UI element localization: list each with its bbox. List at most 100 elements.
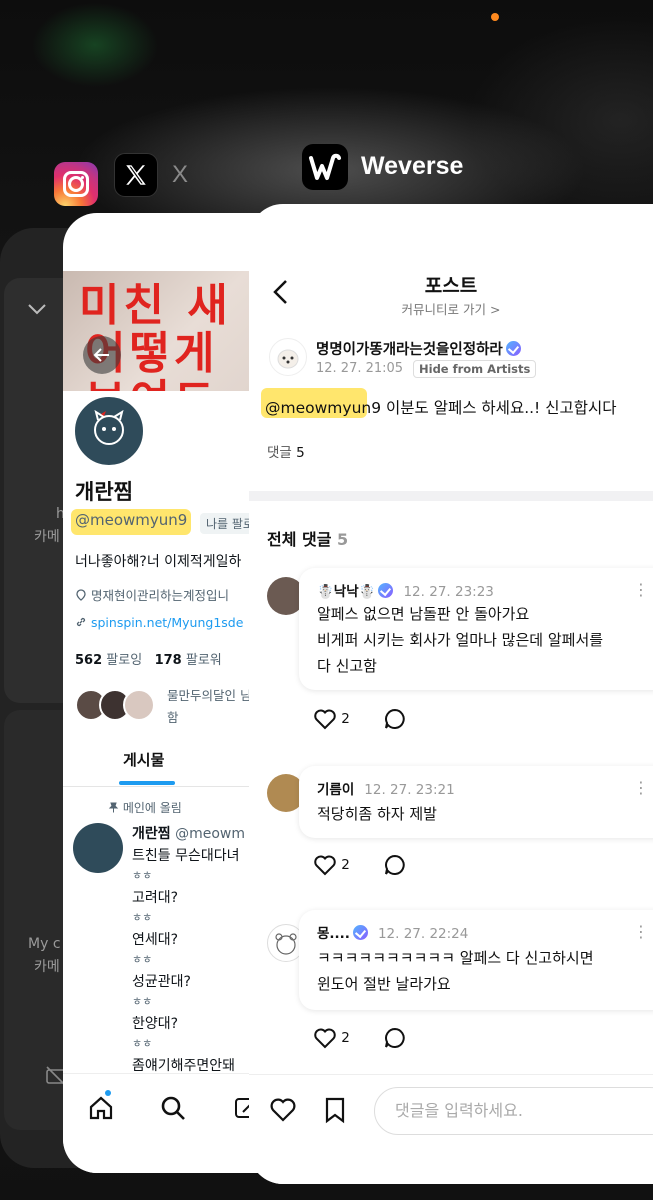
tweet-line-6: ㅎㅎ <box>132 953 153 966</box>
verified-badge-icon <box>378 583 394 598</box>
reply-icon[interactable] <box>384 708 406 730</box>
profile-meta-text: 명재현이관리하는계정입니 <box>90 588 229 603</box>
x-app-label: X <box>172 161 189 188</box>
tweet-avatar[interactable] <box>73 823 123 873</box>
pinned-indicator: 메인에 올림 <box>108 799 182 816</box>
home-notification-dot <box>105 1090 111 1096</box>
comment-input[interactable]: 댓글을 입력하세요. <box>374 1087 653 1135</box>
tab-active-indicator <box>119 781 175 785</box>
tweet-line-3: 고려대? <box>132 890 179 906</box>
tweet-line-9: 한양대? <box>132 1016 179 1032</box>
heart-icon[interactable] <box>313 1027 337 1049</box>
comment-2-author[interactable]: 기름이 <box>317 782 354 798</box>
tweet-line-1: 트친들 무슨대다녀 <box>132 848 240 864</box>
search-icon[interactable] <box>159 1094 187 1122</box>
page-title: 포스트 <box>424 275 478 297</box>
comment-1-line-3: 다 신고함 <box>317 657 377 675</box>
post-comments-label: 댓글 <box>267 445 292 461</box>
all-comments-count: 5 <box>337 530 349 549</box>
more-options-icon[interactable]: ⋮ <box>633 778 649 797</box>
tweet-line-4: ㅎㅎ <box>132 911 153 924</box>
tweet-line-7: 성균관대? <box>132 974 191 990</box>
comment-2-date: 12. 27. 23:21 <box>364 782 455 798</box>
camera-indicator-dot <box>491 13 499 21</box>
instagram-text-3: My c <box>28 936 61 952</box>
comment-2-bubble: 기름이 12. 27. 23:21 ⋮ 적당히좀 하자 제발 <box>299 766 653 838</box>
comment-1-actions: 2 <box>313 708 406 730</box>
profile-link[interactable]: spinspin.net/Myung1sde <box>91 615 243 630</box>
followed-by-text-1: 물만두의달인 님 <box>167 688 252 703</box>
post-date: 12. 27. 21:05 <box>316 361 404 376</box>
all-comments-heading: 전체 댓글 5 <box>267 526 348 550</box>
follower-avatar-3 <box>123 689 155 721</box>
tweet-line-5: 연세대? <box>132 932 179 948</box>
pinned-label: 메인에 올림 <box>122 801 182 815</box>
avatar-cat-drawing-icon <box>94 409 124 445</box>
profile-bio: 너나좋아해?너 이제적게일하 <box>75 554 242 570</box>
tab-posts[interactable]: 게시물 <box>123 749 164 770</box>
all-comments-label: 전체 댓글 <box>267 530 332 549</box>
verified-badge-icon <box>505 341 521 356</box>
tweet-author: 개란찜 <box>132 826 171 842</box>
back-button[interactable] <box>83 336 121 374</box>
comment-3-date: 12. 27. 22:24 <box>377 926 469 942</box>
post-author-avatar[interactable] <box>269 338 307 376</box>
comment-3-line-2: 윈도어 절반 날라가요 <box>317 975 451 993</box>
reply-icon[interactable] <box>384 1027 406 1049</box>
followed-by-text-2: 함 <box>167 710 179 725</box>
link-icon <box>76 617 86 627</box>
go-to-community-link[interactable]: 커뮤니티로 가기 > <box>249 299 653 318</box>
profile-avatar[interactable] <box>71 393 147 469</box>
comment-1-line-2: 비게퍼 시키는 회사가 얼마나 많은데 알페서를 <box>317 631 604 649</box>
bookmark-icon[interactable] <box>324 1096 346 1124</box>
verified-badge-icon <box>352 925 368 940</box>
post-comment-count[interactable]: 댓글 5 <box>267 441 305 461</box>
x-app-icon[interactable] <box>114 153 158 197</box>
instagram-app-icon[interactable] <box>54 162 98 206</box>
comment-3-author[interactable]: 몽.... <box>317 926 350 942</box>
comment-2-actions: 2 <box>313 854 406 876</box>
post-body-text: 이분도 알페스 하세요..! 신고합시다 <box>381 399 617 417</box>
post-author[interactable]: 명명이가똥개라는것을인정하라 <box>316 338 521 359</box>
more-options-icon[interactable]: ⋮ <box>633 580 649 599</box>
more-options-icon[interactable]: ⋮ <box>633 922 649 941</box>
profile-link-row[interactable]: spinspin.net/Myung1sde <box>75 615 243 630</box>
heart-icon[interactable] <box>313 854 337 876</box>
following-label: 팔로잉 <box>106 653 143 668</box>
tweet-line-2: ㅎㅎ <box>132 869 153 882</box>
weverse-app-icon[interactable] <box>302 144 348 190</box>
weverse-app-card[interactable]: 포스트 커뮤니티로 가기 > 명명이가똥개라는것을인정하라 12. 27. 21… <box>249 204 653 1184</box>
post-author-name: 명명이가똥개라는것을인정하라 <box>316 342 503 358</box>
comment-2-author-row: 기름이 12. 27. 23:21 <box>317 778 455 798</box>
profile-handle: @meowmyun9 <box>75 511 188 529</box>
tweet-line-8: ㅎㅎ <box>132 995 153 1008</box>
x-logo-icon <box>126 165 146 185</box>
followers-count: 178 <box>154 653 182 668</box>
post-body: @meowmyun9 이분도 알페스 하세요..! 신고합시다 <box>265 396 617 418</box>
heart-icon[interactable] <box>269 1097 297 1123</box>
comment-input-bar: 댓글을 입력하세요. <box>249 1074 653 1184</box>
tweet-handle: @meowm <box>175 826 245 842</box>
dog-avatar-icon <box>277 349 299 369</box>
tweet-line-10: ㅎㅎ <box>132 1037 153 1050</box>
reply-icon[interactable] <box>384 854 406 876</box>
comment-3-author-row: 몽.... 12. 27. 22:24 <box>317 922 468 942</box>
follow-counts[interactable]: 562 팔로잉 178 팔로워 <box>75 649 222 668</box>
profile-display-name: 개란찜 <box>75 480 133 504</box>
tweet-line-11: 좀얘기해주면안돼 <box>132 1058 236 1074</box>
instagram-text-2: 카메 <box>34 529 60 545</box>
post-mention[interactable]: @meowmyun9 <box>265 399 381 417</box>
comment-1-author[interactable]: ☃️낙낙☃️ <box>317 584 375 600</box>
comment-1-bubble: ☃️낙낙☃️ 12. 27. 23:23 ⋮ 알페스 없으면 남돌판 안 돌아가요… <box>299 568 653 690</box>
comment-3-actions: 2 <box>313 1027 406 1049</box>
heart-icon[interactable] <box>313 708 337 730</box>
hide-from-artists-button[interactable]: Hide from Artists <box>413 360 537 378</box>
chevron-down-icon[interactable] <box>26 298 48 320</box>
pin-icon <box>108 802 119 813</box>
followers-label: 팔로워 <box>185 653 222 668</box>
comment-3-likes: 2 <box>341 1030 350 1046</box>
weverse-app-label: Weverse <box>361 152 464 180</box>
profile-meta: 명재현이관리하는계정입니 <box>75 585 229 604</box>
home-icon[interactable] <box>87 1094 115 1122</box>
comment-2-line-1: 적당히좀 하자 제발 <box>317 805 437 823</box>
